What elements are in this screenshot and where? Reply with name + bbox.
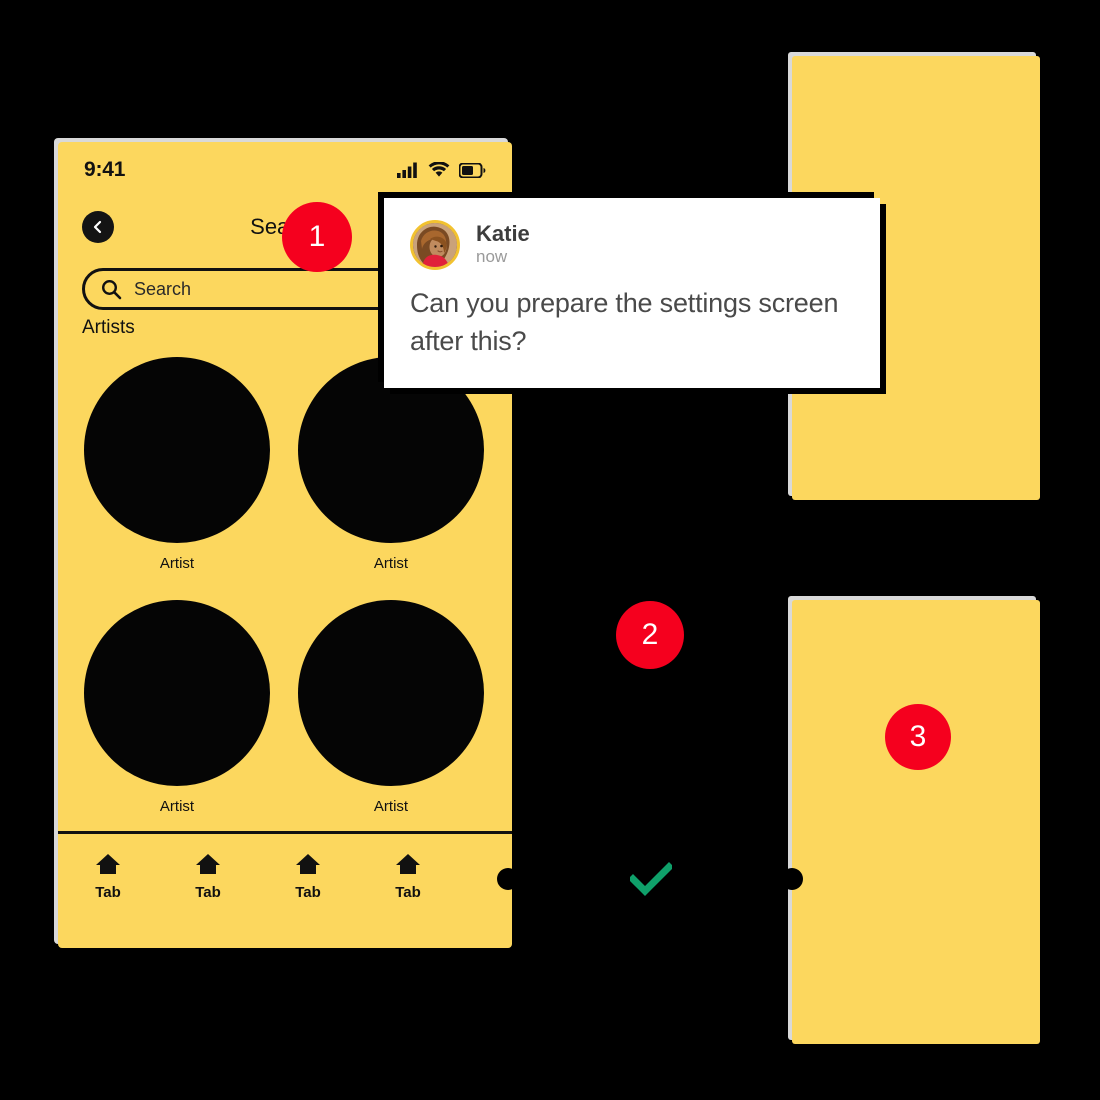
artist-grid: Artist Artist Artist Artist: [84, 357, 484, 815]
wifi-icon: [428, 162, 450, 177]
search-icon: [101, 279, 122, 299]
user-photo-avatar: [413, 223, 457, 267]
tab-bar: Tab Tab Tab Tab: [58, 831, 512, 948]
search-placeholder: Search: [134, 278, 192, 299]
artist-cell[interactable]: Artist: [84, 357, 270, 572]
artist-cell[interactable]: Artist: [298, 600, 484, 815]
artist-avatar: [84, 357, 270, 543]
artist-name: Artist: [159, 555, 195, 572]
connector-dot-icon[interactable]: [781, 868, 803, 890]
home-icon: [96, 854, 120, 874]
tab-item-2[interactable]: Tab: [158, 852, 258, 901]
artist-cell[interactable]: Artist: [84, 600, 270, 815]
artist-name: Artist: [373, 555, 409, 572]
artboard-settings-empty-bottom[interactable]: [792, 600, 1040, 1044]
tab-label: Tab: [395, 884, 421, 901]
notification-timestamp: now: [476, 247, 508, 267]
artist-avatar: [84, 600, 270, 786]
notification-card[interactable]: Katie now Can you prepare the settings s…: [384, 198, 880, 388]
status-bar: 9:41: [58, 142, 512, 198]
status-icons: [397, 162, 486, 178]
step-badge-3[interactable]: 3: [885, 704, 951, 770]
step-badge-2[interactable]: 2: [616, 601, 684, 669]
tab-label: Tab: [295, 884, 321, 901]
home-icon: [196, 854, 220, 874]
notification-sender: Katie: [476, 221, 530, 247]
section-label-artists: Artists: [82, 317, 135, 338]
home-icon: [396, 854, 420, 874]
artist-avatar: [298, 600, 484, 786]
cellular-bars-icon: [397, 162, 417, 178]
connector-dot-icon[interactable]: [497, 868, 519, 890]
notification-header: Katie now: [410, 220, 854, 270]
tab-item-4[interactable]: Tab: [358, 852, 458, 901]
tab-label: Tab: [95, 884, 121, 901]
check-mark-icon: [630, 862, 672, 896]
home-icon: [296, 854, 320, 874]
status-time: 9:41: [84, 158, 126, 181]
battery-icon: [459, 162, 486, 178]
notification-message: Can you prepare the settings screen afte…: [410, 288, 839, 357]
tab-label: Tab: [195, 884, 221, 901]
chevron-left-icon: [93, 220, 102, 234]
artist-cell[interactable]: Artist: [298, 357, 484, 572]
artist-name: Artist: [373, 798, 409, 815]
tab-item-3[interactable]: Tab: [258, 852, 358, 901]
avatar: [410, 220, 460, 270]
artist-name: Artist: [159, 798, 195, 815]
tab-item-1[interactable]: Tab: [58, 852, 158, 901]
step-badge-1[interactable]: 1: [282, 202, 352, 272]
design-canvas: 9:41 Search Artists Artist Artist Artist…: [0, 0, 1100, 1100]
notification-meta: Katie now: [476, 222, 530, 268]
back-button[interactable]: [82, 211, 114, 243]
